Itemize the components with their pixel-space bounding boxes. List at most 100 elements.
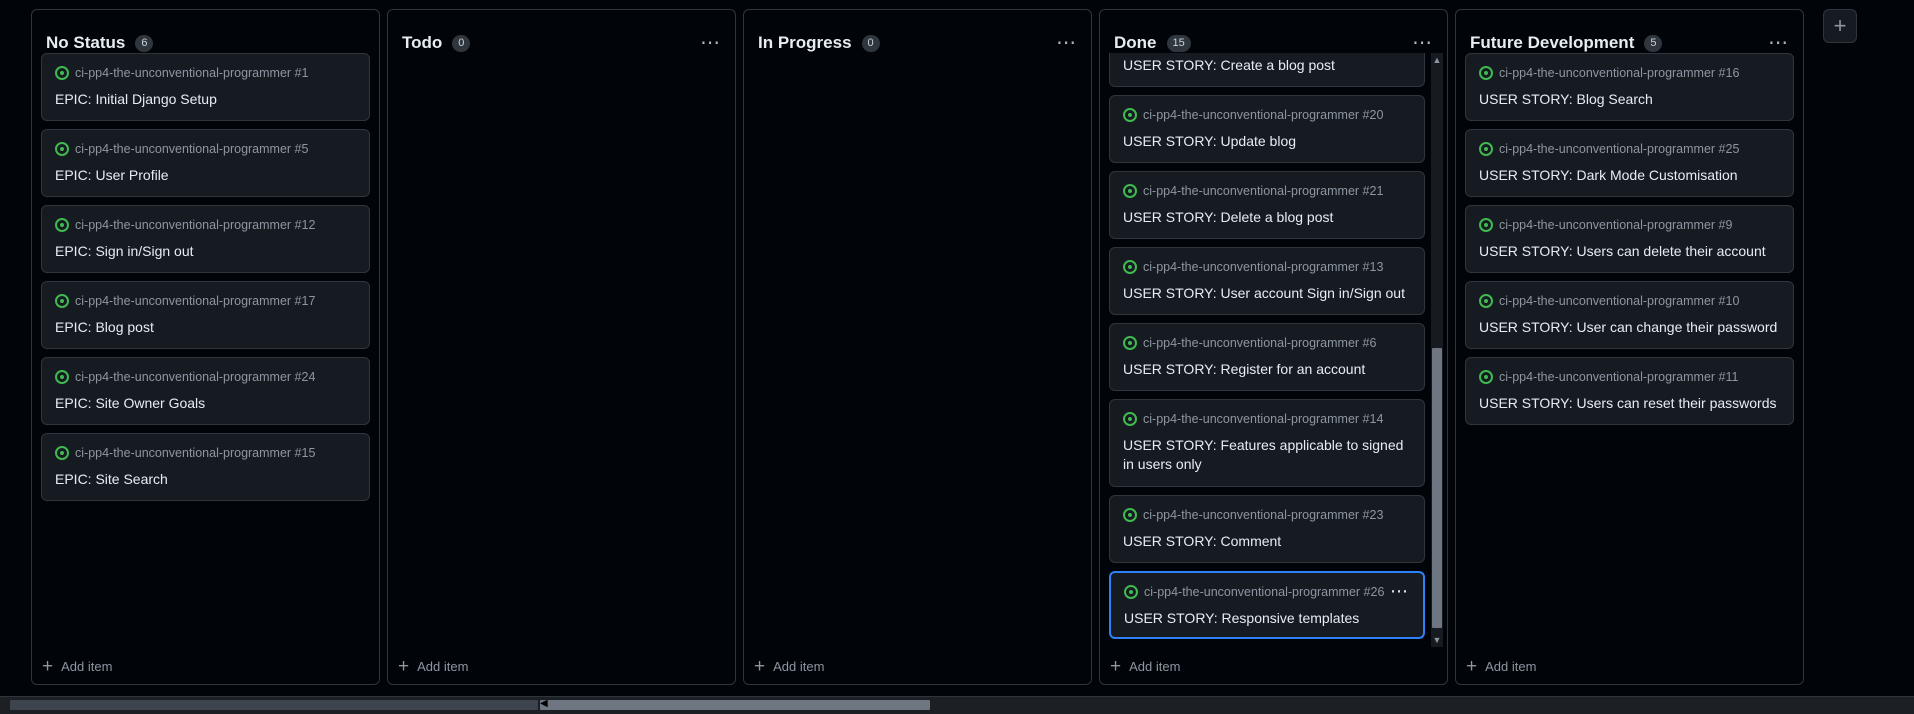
plus-icon: + [42, 655, 54, 677]
issue-reference[interactable]: ci-pp4-the-unconventional-programmer #9 [1499, 218, 1732, 232]
vertical-scrollbar[interactable]: ▲ ▼ [1431, 53, 1443, 647]
issue-title[interactable]: EPIC: Site Search [55, 470, 355, 489]
item-count-badge: 0 [452, 34, 471, 52]
issue-title[interactable]: EPIC: Blog post [55, 318, 355, 337]
issue-card[interactable]: ci-pp4-the-unconventional-programmer #10… [1465, 281, 1794, 349]
open-issue-icon [1479, 142, 1493, 156]
column-title: Todo [402, 33, 443, 52]
issue-reference[interactable]: ci-pp4-the-unconventional-programmer #10 [1499, 294, 1739, 308]
add-item-button[interactable]: + Add item [1466, 655, 1537, 677]
issue-reference[interactable]: ci-pp4-the-unconventional-programmer #5 [75, 142, 308, 156]
column-header: Todo 0 ⋯ [402, 23, 721, 63]
item-count-badge: 15 [1166, 34, 1191, 52]
issue-title[interactable]: USER STORY: User account Sign in/Sign ou… [1123, 284, 1410, 303]
column-future-development: Future Development 5 ⋯ ci-pp4-the-unconv… [1455, 9, 1804, 685]
issue-reference[interactable]: ci-pp4-the-unconventional-programmer #23 [1143, 508, 1383, 522]
plus-icon: + [1466, 655, 1478, 677]
issue-card[interactable]: ci-pp4-the-unconventional-programmer #5 … [41, 129, 370, 197]
issue-title[interactable]: USER STORY: Responsive templates [1124, 609, 1409, 628]
issue-card[interactable]: ci-pp4-the-unconventional-programmer #17… [41, 281, 370, 349]
plus-icon: + [754, 655, 766, 677]
issue-card[interactable]: ci-pp4-the-unconventional-programmer #9 … [1465, 205, 1794, 273]
issue-reference[interactable]: ci-pp4-the-unconventional-programmer #11 [1499, 370, 1738, 384]
issue-reference[interactable]: ci-pp4-the-unconventional-programmer #26 [1144, 585, 1384, 599]
column-no-status: No Status 6 ci-pp4-the-unconventional-pr… [31, 9, 380, 685]
issue-title[interactable]: USER STORY: User can change their passwo… [1479, 318, 1779, 337]
issue-card[interactable]: ci-pp4-the-unconventional-programmer #12… [41, 205, 370, 273]
open-issue-icon [1479, 294, 1493, 308]
column-menu-icon[interactable]: ⋯ [700, 33, 721, 53]
plus-icon: + [1833, 13, 1847, 38]
issue-reference[interactable]: ci-pp4-the-unconventional-programmer #17 [75, 294, 315, 308]
scrollbar-thumb[interactable] [540, 700, 930, 710]
issue-reference[interactable]: ci-pp4-the-unconventional-programmer #24 [75, 370, 315, 384]
open-issue-icon [1124, 585, 1138, 599]
issue-reference[interactable]: ci-pp4-the-unconventional-programmer #25 [1499, 142, 1739, 156]
issue-card[interactable]: ci-pp4-the-unconventional-programmer #23… [1109, 495, 1425, 563]
add-item-button[interactable]: + Add item [398, 655, 469, 677]
issue-title[interactable]: EPIC: User Profile [55, 166, 355, 185]
issue-title[interactable]: EPIC: Initial Django Setup [55, 90, 355, 109]
issue-title[interactable]: USER STORY: Users can delete their accou… [1479, 242, 1779, 261]
issue-title[interactable]: USER STORY: Register for an account [1123, 360, 1410, 379]
issue-reference[interactable]: ci-pp4-the-unconventional-programmer #12 [75, 218, 315, 232]
issue-reference[interactable]: ci-pp4-the-unconventional-programmer #14 [1143, 412, 1383, 426]
issue-card[interactable]: ci-pp4-the-unconventional-programmer #11… [1465, 357, 1794, 425]
add-item-label: Add item [417, 659, 469, 674]
add-column-button[interactable]: + [1823, 9, 1857, 43]
issue-reference[interactable]: ci-pp4-the-unconventional-programmer #16 [1499, 66, 1739, 80]
card-menu-icon[interactable]: ⋯ [1390, 582, 1409, 600]
item-count-badge: 0 [861, 34, 880, 52]
open-issue-icon [55, 446, 69, 460]
issue-title[interactable]: USER STORY: Delete a blog post [1123, 208, 1410, 227]
scroll-up-arrow-icon[interactable]: ▲ [1431, 55, 1443, 65]
scroll-down-arrow-icon[interactable]: ▼ [1431, 635, 1443, 645]
issue-card[interactable]: ci-pp4-the-unconventional-programmer #1 … [41, 53, 370, 121]
issue-reference[interactable]: ci-pp4-the-unconventional-programmer #21 [1143, 184, 1383, 198]
issue-title[interactable]: USER STORY: Comment [1123, 532, 1410, 551]
open-issue-icon [1123, 260, 1137, 274]
issue-card[interactable]: ci-pp4-the-unconventional-programmer #25… [1465, 129, 1794, 197]
issue-reference[interactable]: ci-pp4-the-unconventional-programmer #15 [75, 446, 315, 460]
add-item-button[interactable]: + Add item [754, 655, 824, 677]
issue-card[interactable]: ci-pp4-the-unconventional-programmer #14… [1109, 399, 1425, 487]
column-header: In Progress 0 ⋯ [758, 23, 1077, 63]
add-item-button[interactable]: + Add item [42, 655, 112, 677]
column-menu-icon[interactable]: ⋯ [1768, 33, 1789, 53]
issue-reference[interactable]: ci-pp4-the-unconventional-programmer #20 [1143, 108, 1383, 122]
issue-reference[interactable]: ci-pp4-the-unconventional-programmer #6 [1143, 336, 1376, 350]
issue-card[interactable]: USER STORY: Create a blog post [1109, 53, 1425, 87]
column-menu-icon[interactable]: ⋯ [1056, 33, 1077, 53]
issue-title[interactable]: USER STORY: Features applicable to signe… [1123, 436, 1410, 474]
open-issue-icon [55, 218, 69, 232]
issue-card[interactable]: ci-pp4-the-unconventional-programmer #20… [1109, 95, 1425, 163]
plus-icon: + [398, 655, 410, 677]
column-title: No Status [46, 33, 126, 52]
issue-title[interactable]: USER STORY: Create a blog post [1123, 56, 1410, 75]
issue-title[interactable]: USER STORY: Dark Mode Customisation [1479, 166, 1779, 185]
open-issue-icon [55, 294, 69, 308]
add-item-button[interactable]: + Add item [1110, 657, 1180, 676]
issue-card[interactable]: ci-pp4-the-unconventional-programmer #24… [41, 357, 370, 425]
horizontal-scrollbar[interactable]: ◀ [0, 696, 1914, 714]
issue-title[interactable]: USER STORY: Update blog [1123, 132, 1410, 151]
issue-card-selected[interactable]: ci-pp4-the-unconventional-programmer #26… [1109, 571, 1425, 639]
card-list: ci-pp4-the-unconventional-programmer #16… [1465, 53, 1794, 640]
card-list[interactable]: USER STORY: Create a blog post ci-pp4-th… [1109, 53, 1425, 640]
issue-title[interactable]: EPIC: Sign in/Sign out [55, 242, 355, 261]
issue-card[interactable]: ci-pp4-the-unconventional-programmer #21… [1109, 171, 1425, 239]
issue-title[interactable]: USER STORY: Users can reset their passwo… [1479, 394, 1779, 413]
issue-card[interactable]: ci-pp4-the-unconventional-programmer #13… [1109, 247, 1425, 315]
card-list: ci-pp4-the-unconventional-programmer #1 … [41, 53, 370, 640]
issue-card[interactable]: ci-pp4-the-unconventional-programmer #6 … [1109, 323, 1425, 391]
scrollbar-thumb[interactable] [1432, 348, 1442, 628]
issue-card[interactable]: ci-pp4-the-unconventional-programmer #16… [1465, 53, 1794, 121]
issue-title[interactable]: USER STORY: Blog Search [1479, 90, 1779, 109]
issue-title[interactable]: EPIC: Site Owner Goals [55, 394, 355, 413]
add-item-label: Add item [1485, 659, 1537, 674]
scroll-left-arrow-icon[interactable]: ◀ [540, 698, 548, 709]
issue-reference[interactable]: ci-pp4-the-unconventional-programmer #1 [75, 66, 308, 80]
issue-reference[interactable]: ci-pp4-the-unconventional-programmer #13 [1143, 260, 1383, 274]
column-menu-icon[interactable]: ⋯ [1412, 33, 1433, 53]
issue-card[interactable]: ci-pp4-the-unconventional-programmer #15… [41, 433, 370, 501]
